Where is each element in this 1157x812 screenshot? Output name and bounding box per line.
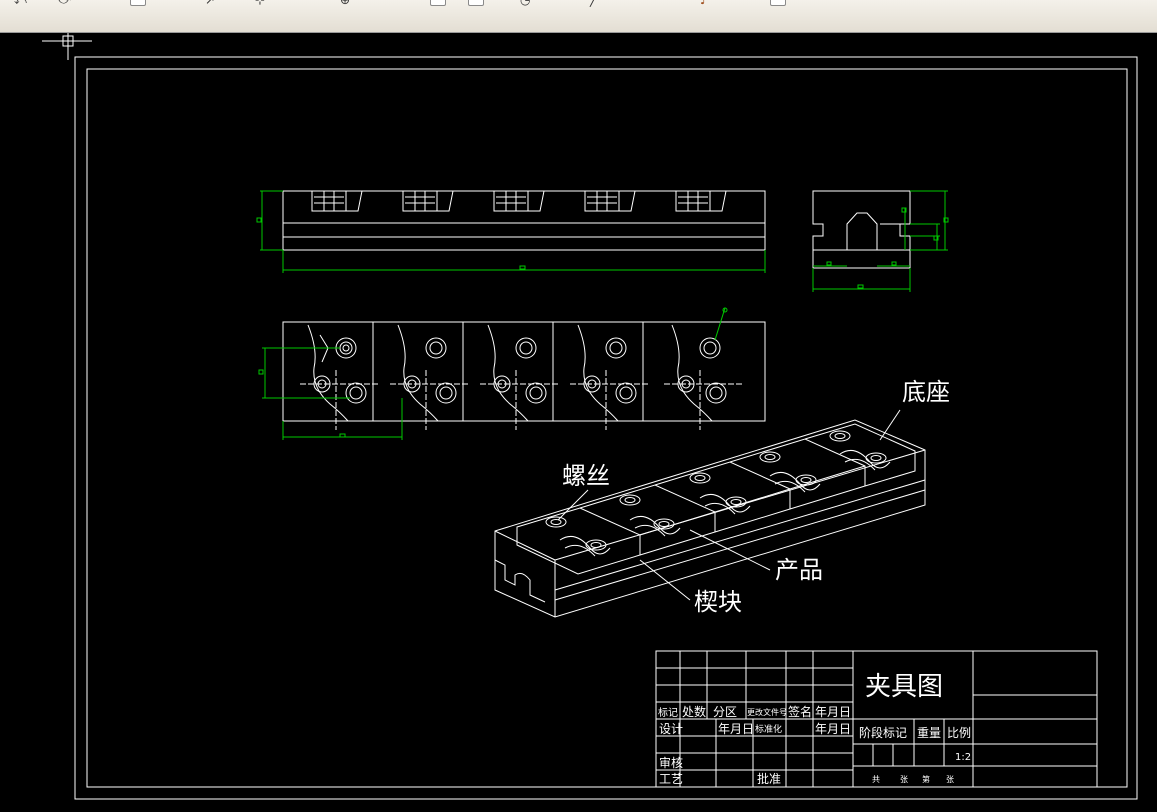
callout-product: 产品 bbox=[775, 556, 823, 584]
cad-toolbar: ⤺ ⤻ ↗ ⊹ ⊕ ◔ ╱ ♪ bbox=[0, 0, 1157, 33]
drawing-title: 夹具图 bbox=[865, 672, 943, 702]
tb-weight: 重量 bbox=[917, 726, 941, 740]
tb-sheets-total: 共 bbox=[872, 775, 880, 784]
isometric-view bbox=[494, 409, 926, 618]
callout-base: 底座 bbox=[902, 378, 950, 406]
color-icon[interactable] bbox=[468, 0, 484, 6]
tb-design: 设计 bbox=[659, 722, 683, 736]
tb-stage-mark: 阶段标记 bbox=[859, 725, 907, 740]
side-view-dimensions bbox=[812, 190, 949, 292]
tb-review: 审核 bbox=[659, 755, 683, 770]
callout-screw: 螺丝 bbox=[562, 462, 610, 490]
tb-standardization: 标准化 bbox=[755, 723, 782, 735]
match-properties-icon[interactable]: ↗ bbox=[205, 0, 215, 7]
tb-change-doc: 更改文件号 bbox=[747, 707, 787, 717]
side-view bbox=[812, 190, 911, 269]
tb-sheets-unit: 张 bbox=[900, 775, 908, 784]
zoom-icon[interactable]: ⊕ bbox=[340, 0, 350, 7]
callout-wedge: 楔块 bbox=[694, 588, 742, 616]
tb-date-3: 年月日 bbox=[815, 722, 851, 736]
tb-marker: 标记 bbox=[658, 707, 678, 719]
tb-sheet-unit2: 张 bbox=[946, 775, 954, 784]
tb-signature: 签名 bbox=[788, 704, 812, 719]
tb-zone: 分区 bbox=[713, 705, 737, 719]
top-view bbox=[282, 321, 766, 430]
tb-date-1: 年月日 bbox=[815, 705, 851, 719]
plot-icon[interactable]: ♪ bbox=[700, 0, 708, 7]
crosshair-cursor bbox=[42, 33, 92, 60]
properties-icon[interactable] bbox=[130, 0, 146, 6]
tb-count: 处数 bbox=[682, 704, 706, 719]
tb-process: 工艺 bbox=[659, 772, 683, 786]
front-view bbox=[282, 190, 766, 271]
top-view-dimensions bbox=[258, 307, 728, 440]
layer-icon[interactable] bbox=[430, 0, 446, 6]
lineweight-icon[interactable]: ╱ bbox=[590, 0, 597, 7]
redo-icon[interactable]: ⤻ bbox=[58, 0, 71, 8]
tb-scale-label: 比例 bbox=[947, 726, 971, 740]
undo-icon[interactable]: ⤺ bbox=[14, 0, 27, 8]
linetype-icon[interactable]: ◔ bbox=[520, 0, 530, 7]
inner-frame bbox=[86, 68, 1128, 788]
preview-icon[interactable] bbox=[770, 0, 786, 6]
pan-icon[interactable]: ⊹ bbox=[255, 0, 265, 7]
tb-sheet-no: 第 bbox=[922, 774, 930, 784]
tb-date-2: 年月日 bbox=[718, 722, 754, 736]
drawing-canvas[interactable]: 底座 螺丝 产品 楔块 夹具图 标记 处数 分区 更改文件号 签名 年月日 设计… bbox=[0, 33, 1157, 812]
tb-scale-value: 1:2 bbox=[955, 752, 971, 763]
tb-approve: 批准 bbox=[757, 771, 781, 786]
